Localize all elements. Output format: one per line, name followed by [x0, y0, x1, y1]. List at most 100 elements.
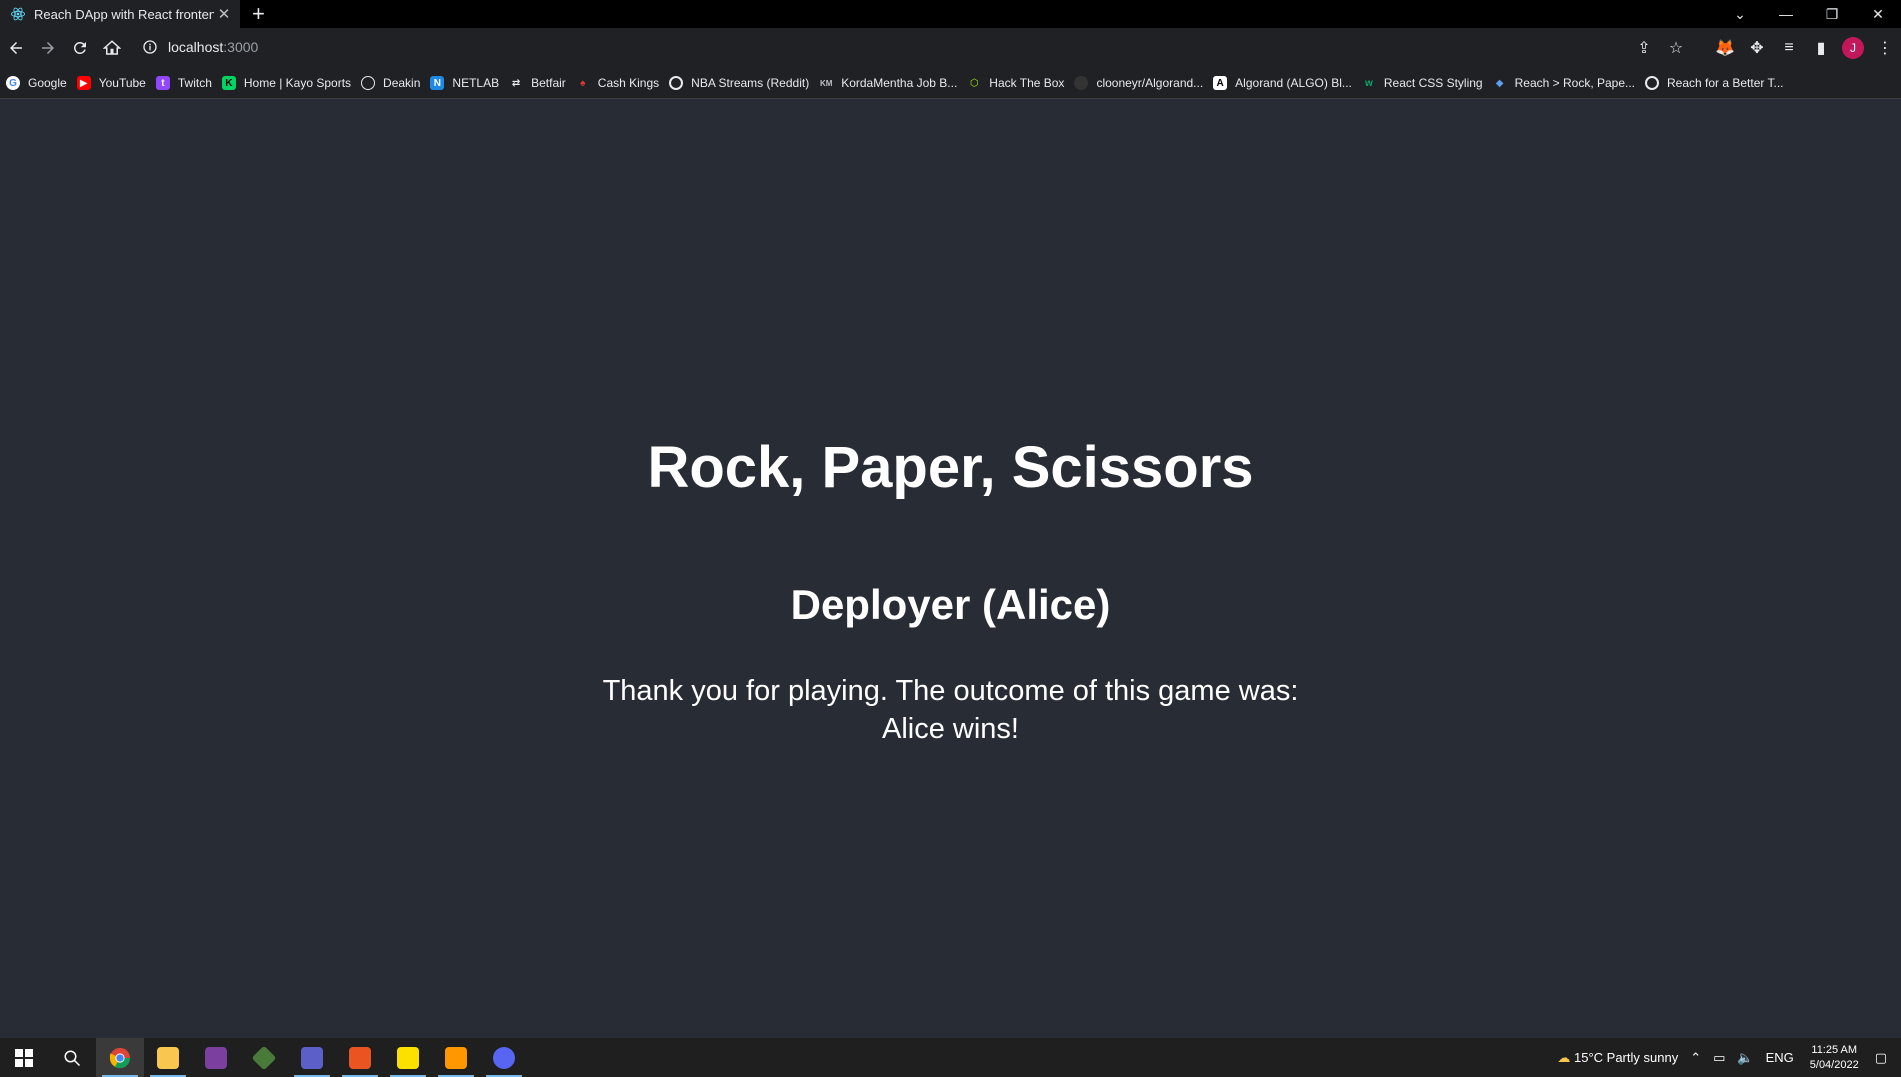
cash-kings-icon: ♠ [580, 77, 586, 89]
w3schools-icon: w [1365, 77, 1373, 89]
reach-icon: ◆ [1495, 77, 1504, 89]
tab-strip: Reach DApp with React frontend ✕ + ⌄ — ❐… [0, 0, 1901, 28]
browser-toolbar: localhost:3000 ⇪ ☆ 🦊 ✥ ≡ ▮ J ⋮ [0, 28, 1901, 68]
git-icon [251, 1045, 277, 1070]
globe-icon [669, 76, 684, 90]
home-icon [103, 40, 121, 55]
youtube-icon: ▶ [76, 76, 91, 90]
minimize-button[interactable]: — [1763, 6, 1809, 22]
search-icon [64, 1050, 81, 1066]
bookmark-reach-better[interactable]: Reach for a Better T... [1643, 70, 1792, 96]
clock[interactable]: 11:25 AM 5/04/2022 [1800, 1043, 1869, 1073]
bookmark-twitch[interactable]: t Twitch [154, 70, 220, 96]
chevron-up-icon[interactable]: ⌃ [1684, 1050, 1707, 1066]
bookmark-kayo[interactable]: K Home | Kayo Sports [220, 70, 359, 96]
clock-time: 11:25 AM [1811, 1043, 1858, 1056]
extensions-puzzle-icon[interactable]: ✥ [1741, 32, 1773, 64]
globe-icon [1645, 76, 1660, 90]
system-tray: ☁ 15°C Partly sunny ⌃ ▭ 🔈 ENG 11:25 AM 5… [1551, 1038, 1901, 1077]
menu-kebab-icon[interactable]: ⋮ [1869, 32, 1901, 64]
bookmarks-bar: G Google ▶ YouTube t Twitch K Home | Kayo Sp… [0, 68, 1901, 99]
windows-icon [15, 1048, 33, 1067]
folder-icon [157, 1046, 179, 1069]
bookmark-kordamentha[interactable]: KM KordaMentha Job B... [817, 70, 965, 96]
forward-button[interactable] [32, 32, 64, 64]
taskbar-chrome[interactable] [96, 1038, 144, 1077]
bookmark-github-algorand[interactable]: clooneyr/Algorand... [1072, 70, 1211, 96]
participant-heading: Deployer (Alice) [790, 581, 1111, 628]
side-panel-icon[interactable]: ▮ [1805, 32, 1837, 64]
star-icon[interactable]: ☆ [1660, 32, 1692, 64]
page-title: Rock, Paper, Scissors [647, 435, 1254, 500]
bookmark-cash-kings[interactable]: ♠ Cash Kings [574, 70, 667, 96]
betfair-icon: ⇄ [511, 77, 521, 89]
bookmark-youtube[interactable]: ▶ YouTube [75, 70, 154, 96]
profile-button[interactable]: J [1837, 32, 1869, 64]
bookmark-deakin[interactable]: Deakin [359, 70, 428, 96]
tab-title: Reach DApp with React frontend [34, 6, 214, 22]
deakin-icon [361, 76, 376, 90]
weather-widget[interactable]: ☁ 15°C Partly sunny [1551, 1050, 1684, 1066]
taskbar-git[interactable] [240, 1038, 288, 1077]
url-port: :3000 [223, 39, 259, 55]
github-icon [1074, 76, 1089, 90]
taskbar-sticky-notes[interactable] [384, 1038, 432, 1077]
kordamentha-icon: KM [819, 78, 833, 88]
url-host: localhost [168, 39, 224, 55]
home-button[interactable] [96, 32, 128, 64]
bookmark-hack-the-box[interactable]: ⬡ Hack The Box [965, 70, 1072, 96]
weather-sun-cloud-icon: ☁ [1557, 1049, 1571, 1065]
twitch-icon: t [155, 76, 170, 90]
back-button[interactable] [0, 32, 32, 64]
kayo-icon: K [221, 76, 236, 90]
notifications-icon[interactable]: ▢ [1869, 1050, 1901, 1066]
bookmark-betfair[interactable]: ⇄ Betfair [507, 70, 574, 96]
tab-search-icon[interactable]: ⌄ [1717, 6, 1763, 23]
google-icon: G [6, 76, 20, 90]
language-indicator[interactable]: ENG [1760, 1050, 1800, 1065]
bookmark-reach-rps[interactable]: ◆ Reach > Rock, Pape... [1491, 70, 1643, 96]
metamask-icon[interactable]: 🦊 [1709, 32, 1741, 64]
netlab-icon: N [430, 76, 445, 90]
taskbar-file-explorer[interactable] [144, 1038, 192, 1077]
start-button[interactable] [0, 1038, 48, 1077]
bookmark-w3schools[interactable]: w React CSS Styling [1360, 70, 1491, 96]
bookmark-nba-streams[interactable]: NBA Streams (Reddit) [667, 70, 817, 96]
address-bar[interactable]: localhost:3000 ⇪ ☆ [132, 32, 1712, 62]
sticky-notes-icon [397, 1046, 419, 1069]
bookmark-algorand[interactable]: A Algorand (ALGO) Bl... [1211, 70, 1360, 96]
address-bar-actions: ⇪ ☆ [1628, 32, 1692, 64]
outcome-message: Thank you for playing. The outcome of th… [602, 675, 1299, 707]
restore-button[interactable]: ❐ [1809, 6, 1855, 23]
media-queue-icon[interactable]: ≡ [1773, 32, 1805, 64]
forward-arrow-icon [42, 42, 54, 54]
outcome-result: Alice wins! [882, 713, 1019, 745]
taskbar-ubuntu[interactable] [336, 1038, 384, 1077]
clock-date: 5/04/2022 [1809, 1058, 1859, 1071]
app-page: Rock, Paper, Scissors Deployer (Alice) T… [0, 99, 1901, 1038]
m-app-icon [205, 1046, 227, 1069]
sublime-icon [445, 1046, 467, 1069]
reload-button[interactable] [64, 32, 96, 64]
back-arrow-icon [10, 42, 22, 54]
info-icon[interactable] [142, 39, 158, 55]
taskbar-teams[interactable] [288, 1038, 336, 1077]
close-tab-icon[interactable]: ✕ [214, 5, 234, 23]
browser-tab[interactable]: Reach DApp with React frontend ✕ [0, 0, 240, 28]
new-tab-button[interactable]: + [252, 2, 265, 26]
reload-icon [73, 41, 86, 54]
close-window-button[interactable]: ✕ [1855, 6, 1901, 23]
discord-icon [493, 1046, 515, 1069]
search-button[interactable] [48, 1038, 96, 1077]
toolbar-extensions: 🦊 ✥ ≡ ▮ J ⋮ [1709, 32, 1901, 64]
avatar: J [1842, 37, 1864, 59]
taskbar-discord[interactable] [480, 1038, 528, 1077]
taskbar-sublime[interactable] [432, 1038, 480, 1077]
hack-the-box-icon: ⬡ [969, 77, 979, 89]
share-icon[interactable]: ⇪ [1628, 32, 1660, 64]
network-icon[interactable]: ▭ [1707, 1050, 1731, 1066]
volume-icon[interactable]: 🔈 [1731, 1050, 1759, 1066]
taskbar-app-m[interactable] [192, 1038, 240, 1077]
bookmark-netlab[interactable]: N NETLAB [428, 70, 507, 96]
bookmark-google[interactable]: G Google [4, 70, 75, 96]
